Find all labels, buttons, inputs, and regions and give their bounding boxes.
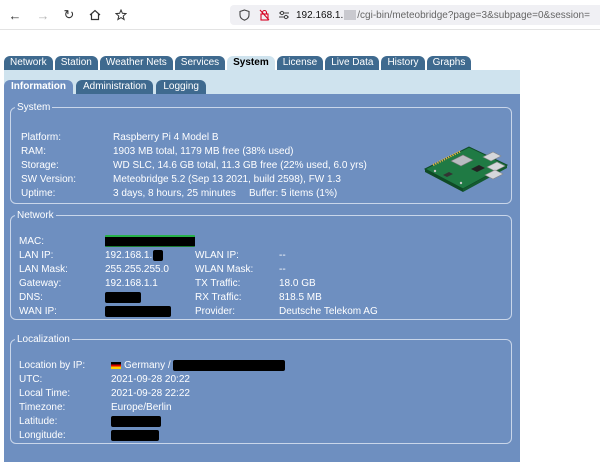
tx-traffic-label: TX Traffic: (195, 278, 241, 289)
address-bar[interactable]: 192.168.1. /cgi-bin/meteobridge?page=3&s… (230, 5, 600, 25)
tab-services[interactable]: Services (174, 56, 226, 70)
lan-ip-redaction (153, 249, 164, 261)
gateway-value: 192.168.1.1 (105, 278, 158, 289)
rx-traffic-value: 818.5 MB (279, 292, 322, 303)
back-icon[interactable]: ← (6, 6, 24, 24)
url-host: 192.168.1. (296, 9, 344, 21)
utc-label: UTC: (19, 374, 43, 385)
wan-ip-redaction (105, 305, 171, 319)
local-time-value: 2021-09-28 22:22 (111, 388, 190, 399)
tab-license[interactable]: License (276, 56, 324, 70)
uptime-value: 3 days, 8 hours, 25 minutes (113, 188, 236, 199)
local-time-label: Local Time: (19, 388, 71, 399)
tab-system[interactable]: System (227, 56, 275, 70)
url-path: /cgi-bin/meteobridge?page=3&subpage=0&se… (357, 9, 590, 21)
localization-section: Localization Location by IP: Germany / U… (10, 334, 512, 444)
raspberry-pi-image (421, 139, 511, 197)
main-tabs: Network Station Weather Nets Services Sy… (4, 56, 472, 70)
subtab-logging[interactable]: Logging (156, 80, 206, 94)
latitude-redaction (111, 415, 161, 429)
shield-icon[interactable] (236, 9, 252, 21)
buffer-value: Buffer: 5 items (1%) (249, 188, 338, 199)
wlan-mask-value: -- (279, 264, 286, 275)
location-value-wrap: Germany / (111, 359, 286, 373)
tx-traffic-value: 18.0 GB (279, 278, 316, 289)
dns-label: DNS: (19, 292, 43, 303)
provider-value: Deutsche Telekom AG (279, 306, 378, 317)
lan-ip-label: LAN IP: (19, 250, 54, 261)
tab-network[interactable]: Network (4, 56, 53, 70)
storage-label: Storage: (21, 160, 59, 171)
tab-graphs[interactable]: Graphs (426, 56, 472, 70)
mac-redaction (105, 235, 195, 249)
location-redaction (173, 359, 286, 371)
localization-legend: Localization (17, 334, 70, 345)
uptime-label: Uptime: (21, 188, 56, 199)
timezone-value: Europe/Berlin (111, 402, 172, 413)
platform-value: Raspberry Pi 4 Model B (113, 132, 219, 143)
wlan-ip-label: WLAN IP: (195, 250, 239, 261)
system-legend: System (17, 102, 51, 113)
tab-live-data[interactable]: Live Data (325, 56, 380, 70)
browser-toolbar: ← → ↻ 192.168.1. /cgi-bin/meteobridge?pa… (0, 0, 600, 30)
network-legend: Network (17, 210, 54, 221)
storage-value: WD SLC, 14.6 GB total, 11.3 GB free (22%… (113, 160, 367, 171)
extension-icon[interactable] (112, 6, 130, 24)
system-section: System Platform: Raspberry Pi 4 Model B … (10, 102, 512, 204)
sw-version-value: Meteobridge 5.2 (Sep 13 2021, build 2598… (113, 174, 341, 185)
tab-station[interactable]: Station (54, 56, 98, 70)
permissions-icon[interactable] (276, 10, 292, 20)
lan-ip-value: 192.168.1. (105, 250, 153, 261)
timezone-label: Timezone: (19, 402, 66, 413)
ram-label: RAM: (21, 146, 46, 157)
network-section: Network MAC: LAN IP: 192.168.1. WLAN IP:… (10, 210, 512, 320)
latitude-label: Latitude: (19, 416, 58, 427)
home-icon[interactable] (86, 6, 104, 24)
mac-label: MAC: (19, 236, 44, 247)
insecure-lock-icon[interactable] (256, 9, 272, 21)
provider-label: Provider: (195, 306, 236, 317)
location-value: Germany / (124, 360, 171, 371)
wlan-mask-label: WLAN Mask: (195, 264, 254, 275)
url-redaction (344, 10, 357, 20)
information-panel: System Platform: Raspberry Pi 4 Model B … (4, 94, 520, 462)
sw-version-label: SW Version: (21, 174, 77, 185)
forward-icon[interactable]: → (34, 6, 52, 24)
reload-icon[interactable]: ↻ (60, 6, 78, 24)
lan-mask-label: LAN Mask: (19, 264, 68, 275)
germany-flag-icon (111, 361, 121, 369)
subtab-information[interactable]: Information (4, 80, 73, 94)
subtab-administration[interactable]: Administration (76, 80, 154, 94)
wlan-ip-value: -- (279, 250, 286, 261)
lan-ip-value-wrap: 192.168.1. (105, 249, 164, 263)
gateway-label: Gateway: (19, 278, 62, 289)
utc-value: 2021-09-28 20:22 (111, 374, 190, 385)
lan-mask-value: 255.255.255.0 (105, 264, 169, 275)
ram-value: 1903 MB total, 1179 MB free (38% used) (113, 146, 294, 157)
tab-history[interactable]: History (381, 56, 425, 70)
wan-ip-label: WAN IP: (19, 306, 57, 317)
longitude-redaction (111, 429, 159, 443)
dns-redaction (105, 291, 141, 305)
rx-traffic-label: RX Traffic: (195, 292, 242, 303)
sub-tabs: Information Administration Logging (4, 80, 206, 94)
tab-weather-nets[interactable]: Weather Nets (99, 56, 173, 70)
platform-label: Platform: (21, 132, 62, 143)
location-label: Location by IP: (19, 360, 86, 371)
longitude-label: Longitude: (19, 430, 66, 441)
